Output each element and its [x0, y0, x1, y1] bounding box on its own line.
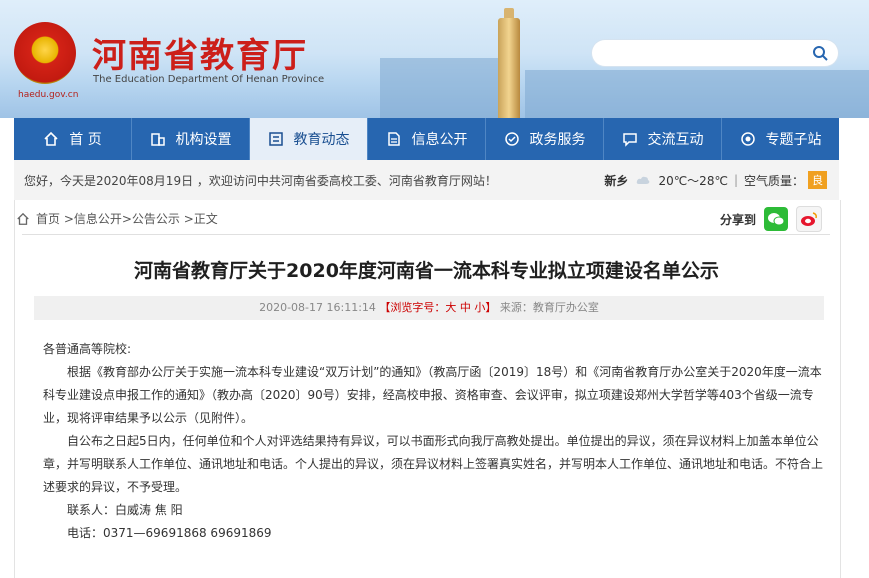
article-source: 来源：教育厅办公室: [499, 301, 599, 314]
main-nav: 首 页 机构设置 教育动态 信息公开 政务服务 交流互动 专题子站: [14, 118, 839, 160]
target-icon: [740, 132, 755, 146]
welcome-bar: 您好，今天是2020年08月19日 ，欢迎访问中共河南省委高校工委、河南省教育厅…: [14, 160, 839, 200]
share-label: 分享到: [720, 212, 757, 227]
breadcrumb-text[interactable]: 首页 >信息公开>公告公示 >正文: [36, 210, 218, 227]
home-icon: [17, 212, 29, 225]
article-salutation: 各普通高等院校:: [43, 342, 132, 356]
search-box: [592, 40, 838, 66]
air-quality-label: 空气质量：: [743, 173, 804, 188]
nav-label: 机构设置: [175, 132, 232, 148]
nav-item-special-topics[interactable]: 专题子站: [722, 118, 839, 160]
nav-label: 教育动态: [293, 132, 350, 148]
article-contact: 联系人：白威涛 焦 阳: [67, 503, 183, 517]
header-banner: haedu.gov.cn 河南省教育厅 The Education Depart…: [0, 0, 869, 118]
search-input[interactable]: [604, 44, 798, 64]
search-icon[interactable]: [812, 45, 828, 61]
article-body: 各普通高等院校: 根据《教育部办公厅关于实施一流本科专业建设“双万计划”的通知》…: [43, 338, 825, 545]
nav-item-education-news[interactable]: 教育动态: [250, 118, 368, 160]
article-title: 河南省教育厅关于2020年度河南省一流本科专业拟立项建设名单公示: [134, 260, 719, 282]
air-quality-badge: 良: [808, 171, 827, 189]
welcome-text: 您好，今天是2020年08月19日 ，欢迎访问中共河南省委高校工委、河南省教育厅…: [24, 174, 497, 188]
nav-item-interaction[interactable]: 交流互动: [604, 118, 722, 160]
home-icon: [44, 131, 58, 146]
service-icon: [504, 132, 519, 146]
nav-item-organization[interactable]: 机构设置: [132, 118, 250, 160]
national-emblem-icon: [14, 22, 76, 84]
weibo-icon[interactable]: [796, 206, 823, 232]
nav-label: 专题子站: [765, 132, 822, 148]
weather-widget: 新乡 20℃～28℃ | 空气质量： 良: [604, 171, 827, 189]
nav-label: 信息公开: [411, 132, 468, 148]
weather-city: 新乡: [604, 173, 629, 188]
nav-item-home[interactable]: 首 页: [14, 118, 132, 160]
nav-label: 政务服务: [529, 132, 586, 148]
article-phone: 电话：0371—69691868 69691869: [67, 526, 272, 540]
document-icon: [387, 132, 400, 146]
breadcrumb: 首页 >信息公开>公告公示 >正文: [16, 210, 218, 227]
site-subtitle: The Education Department Of Henan Provin…: [93, 74, 325, 85]
wechat-icon[interactable]: [764, 207, 789, 231]
nav-item-info-disclosure[interactable]: 信息公开: [368, 118, 486, 160]
news-icon: [268, 132, 283, 146]
site-title[interactable]: 河南省教育厅: [92, 28, 308, 77]
article-paragraph: 根据《教育部办公厅关于实施一流本科专业建设“双万计划”的通知》（教高厅函〔201…: [43, 365, 822, 425]
nav-label: 首 页: [69, 132, 102, 148]
chat-icon: [622, 133, 637, 147]
cloud-icon: [637, 176, 650, 184]
article-paragraph: 自公布之日起5日内，任何单位和个人对评选结果持有异议，可以书面形式向我厅高教处提…: [43, 434, 824, 494]
skyline-graphic-2: [525, 70, 869, 118]
article-meta: 2020-08-17 16:11:14 【浏览字号：大 中 小】 来源：教育厅办…: [34, 296, 824, 320]
divider: [22, 234, 830, 235]
nav-label: 交流互动: [647, 132, 704, 148]
skyline-graphic: [380, 58, 500, 118]
nav-item-gov-services[interactable]: 政务服务: [486, 118, 604, 160]
weather-temp: 20℃～28℃: [658, 173, 728, 188]
font-size-control[interactable]: 【浏览字号：大 中 小】: [379, 301, 496, 314]
share-bar: 分享到: [720, 206, 823, 232]
article-date: 2020-08-17 16:11:14: [259, 301, 376, 314]
emblem-url: haedu.gov.cn: [18, 90, 79, 100]
tower-graphic: [498, 18, 520, 118]
building-icon: [150, 133, 165, 146]
weather-separator: |: [733, 173, 738, 187]
